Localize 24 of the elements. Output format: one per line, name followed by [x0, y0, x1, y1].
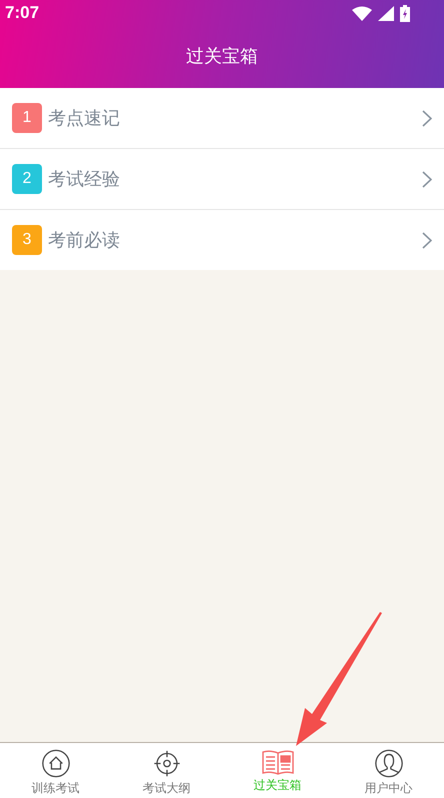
wifi-icon — [352, 6, 372, 20]
tab-item[interactable]: 考试大纲 — [111, 743, 222, 798]
item-label: 考试经验 — [48, 168, 121, 191]
menu-item[interactable]: 3 考前必读 — [0, 210, 444, 270]
menu-item[interactable]: 1 考点速记 — [0, 88, 444, 149]
home-icon — [40, 749, 72, 778]
item-label: 考前必读 — [48, 229, 121, 252]
status-time: 7:07 — [5, 3, 40, 23]
item-label: 考点速记 — [48, 107, 121, 130]
battery-icon — [400, 4, 410, 22]
page-title: 过关宝箱 — [186, 45, 258, 68]
number-badge: 2 — [12, 164, 42, 194]
user-icon — [372, 749, 404, 778]
number-badge: 3 — [12, 225, 42, 255]
chevron-right-icon — [422, 170, 432, 188]
chevron-right-icon — [422, 232, 432, 248]
book-icon — [262, 749, 294, 775]
signal-icon — [378, 6, 394, 20]
tab-item[interactable]: 过关宝箱 — [222, 743, 333, 798]
number-badge: 1 — [12, 103, 42, 133]
tab-item[interactable]: 用户中心 — [333, 743, 444, 798]
menu-item[interactable]: 2 考试经验 — [0, 149, 444, 210]
tab-item[interactable]: 训练考试 — [0, 743, 111, 798]
chevron-right-icon — [422, 110, 432, 126]
